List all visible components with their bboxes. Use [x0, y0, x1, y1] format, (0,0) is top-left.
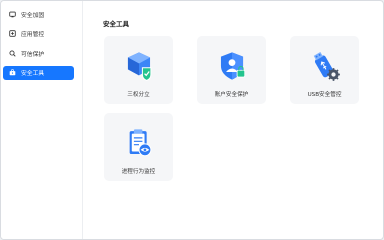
shield-board-icon — [8, 10, 16, 18]
sidebar-item-hardening[interactable]: 安全加固 — [3, 7, 74, 21]
app-window: 安全加固 应用管控 可信保护 安全工具 安全工具 三权分立 账户安全保护 USB… — [0, 0, 384, 240]
tool-card-label: 三权分立 — [127, 92, 150, 98]
tool-card-usb-control[interactable]: USB安全管控 — [290, 36, 359, 104]
process-clipboard-eye-icon — [122, 126, 156, 160]
three-cube-shield-icon — [122, 49, 156, 83]
account-shield-icon — [215, 49, 249, 83]
sidebar-item-label: 安全工具 — [21, 71, 45, 77]
sidebar-item-label: 应用管控 — [21, 32, 45, 38]
tool-card-separation-of-powers[interactable]: 三权分立 — [104, 36, 173, 104]
sidebar: 安全加固 应用管控 可信保护 安全工具 — [1, 1, 83, 239]
toolbox-icon — [8, 69, 16, 77]
tool-card-label: 账户安全保护 — [214, 92, 249, 98]
sidebar-item-label: 安全加固 — [21, 12, 45, 19]
tool-card-process-monitor[interactable]: 进程行为监控 — [104, 113, 173, 181]
sidebar-item-trusted-protection[interactable]: 可信保护 — [3, 46, 74, 60]
tool-card-label: 进程行为监控 — [121, 169, 156, 175]
main-content: 安全工具 三权分立 账户安全保护 USB安全管控 进程行为监控 — [83, 1, 383, 239]
sidebar-item-label: 可信保护 — [21, 51, 45, 58]
app-control-icon — [8, 30, 16, 38]
tool-card-label: USB安全管控 — [307, 92, 342, 98]
usb-gear-icon — [308, 49, 342, 83]
page-title: 安全工具 — [103, 20, 129, 28]
sidebar-item-app-control[interactable]: 应用管控 — [3, 27, 74, 41]
trust-search-icon — [8, 49, 16, 57]
sidebar-item-security-tools[interactable]: 安全工具 — [3, 65, 74, 80]
tool-card-account-protection[interactable]: 账户安全保护 — [197, 36, 266, 104]
